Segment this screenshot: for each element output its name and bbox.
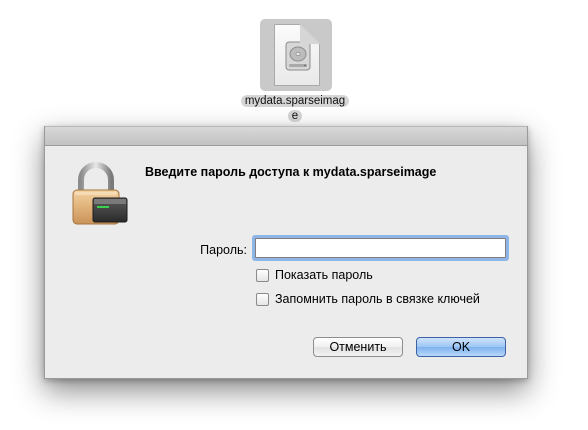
document-icon — [274, 24, 320, 86]
show-password-option[interactable]: Показать пароль — [256, 267, 373, 283]
disk-image-icon — [285, 41, 311, 71]
remember-password-option[interactable]: Запомнить пароль в связке ключей — [256, 291, 480, 307]
password-dialog: Введите пароль доступа к mydata.sparseim… — [44, 126, 528, 379]
dialog-titlebar — [45, 126, 527, 146]
cancel-button[interactable]: Отменить — [313, 337, 403, 357]
disk-image-file-icon[interactable] — [260, 19, 332, 91]
remember-password-label[interactable]: Запомнить пароль в связке ключей — [275, 292, 480, 306]
file-name-line1: mydata.sparseimag — [240, 95, 350, 107]
show-password-label[interactable]: Показать пароль — [275, 268, 373, 282]
ok-button[interactable]: OK — [416, 337, 506, 357]
dialog-title: Введите пароль доступа к mydata.sparseim… — [145, 165, 437, 179]
password-field[interactable] — [255, 238, 506, 258]
file-name-label[interactable]: mydata.sparseimag e — [230, 94, 360, 124]
password-label: Пароль: — [200, 243, 247, 257]
lock-icon — [72, 162, 128, 225]
file-name-line2: e — [287, 110, 303, 122]
show-password-checkbox[interactable] — [256, 268, 269, 282]
remember-password-checkbox[interactable] — [256, 292, 269, 306]
desktop: mydata.sparseimag e Введите пароль досту… — [0, 0, 588, 430]
